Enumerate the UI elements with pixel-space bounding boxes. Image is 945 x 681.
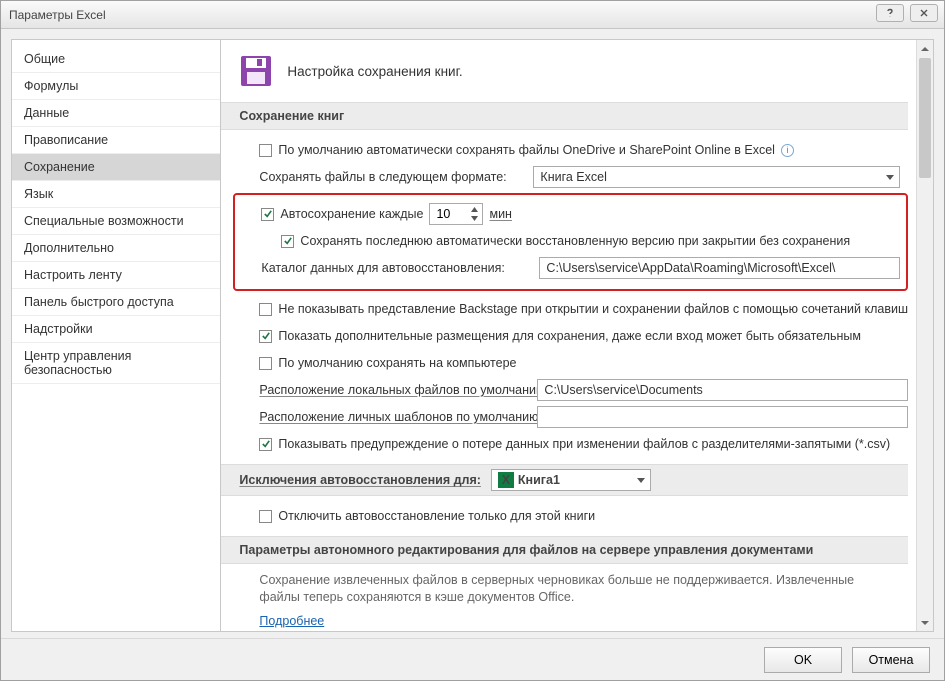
ok-button[interactable]: OK (764, 647, 842, 673)
checkbox-csv-warning[interactable] (259, 438, 272, 451)
label-autosave-every: Автосохранение каждые (280, 207, 423, 221)
scroll-up-icon[interactable] (917, 40, 933, 57)
help-button[interactable] (876, 4, 904, 22)
label-local-files: Расположение локальных файлов по умолчан… (259, 383, 531, 397)
vertical-scrollbar[interactable] (916, 40, 933, 631)
dialog-footer: OK Отмена (1, 638, 944, 680)
close-button[interactable] (910, 4, 938, 22)
checkbox-keep-last-autorecover[interactable] (281, 235, 294, 248)
dropdown-workbook-select[interactable]: X Книга1 (491, 469, 651, 491)
link-learn-more[interactable]: Подробнее (259, 614, 324, 628)
sidebar: Общие Формулы Данные Правописание Сохран… (11, 39, 221, 632)
page-title: Настройка сохранения книг. (287, 64, 462, 79)
sidebar-item-data[interactable]: Данные (12, 100, 220, 127)
label-save-format: Сохранять файлы в следующем формате: (259, 170, 527, 184)
input-autorecover-path[interactable]: C:\Users\service\AppData\Roaming\Microso… (539, 257, 900, 279)
checkbox-autosave-every[interactable] (261, 208, 274, 221)
sidebar-item-accessibility[interactable]: Специальные возможности (12, 208, 220, 235)
label-onedrive-default: По умолчанию автоматически сохранять фай… (278, 143, 775, 157)
input-local-files[interactable]: C:\Users\service\Documents (537, 379, 908, 401)
highlight-autosave-section: Автосохранение каждые мин Сохранять (233, 193, 908, 291)
sidebar-item-advanced[interactable]: Дополнительно (12, 235, 220, 262)
spinner-up-icon[interactable] (468, 205, 480, 213)
section-save-books: Сохранение книг (221, 102, 908, 130)
sidebar-item-quick-access[interactable]: Панель быстрого доступа (12, 289, 220, 316)
sidebar-item-proofing[interactable]: Правописание (12, 127, 220, 154)
label-extra-locations: Показать дополнительные размещения для с… (278, 329, 861, 343)
scroll-thumb[interactable] (919, 58, 931, 178)
label-csv-warning: Показывать предупреждение о потере данны… (278, 437, 890, 451)
label-no-backstage: Не показывать представление Backstage пр… (278, 302, 908, 316)
sidebar-item-customize-ribbon[interactable]: Настроить ленту (12, 262, 220, 289)
sidebar-item-save[interactable]: Сохранение (12, 154, 220, 181)
titlebar: Параметры Excel (1, 1, 944, 29)
sidebar-item-formulas[interactable]: Формулы (12, 73, 220, 100)
label-autorecover-path: Каталог данных для автовосстановления: (261, 261, 533, 275)
checkbox-save-local-default[interactable] (259, 357, 272, 370)
label-minutes-unit: мин (489, 207, 511, 221)
spinner-down-icon[interactable] (468, 214, 480, 222)
label-save-local-default: По умолчанию сохранять на компьютере (278, 356, 516, 370)
main-panel: Настройка сохранения книг. Сохранение кн… (221, 39, 934, 632)
section-autorecover-exceptions: Исключения автовосстановления для: X Кни… (221, 464, 908, 496)
label-keep-last-autorecover: Сохранять последнюю автоматически восста… (300, 234, 850, 248)
scroll-down-icon[interactable] (917, 614, 933, 631)
window-title: Параметры Excel (9, 8, 106, 22)
input-autosave-minutes[interactable] (430, 206, 464, 222)
sidebar-item-language[interactable]: Язык (12, 181, 220, 208)
checkbox-disable-autorecover-book[interactable] (259, 510, 272, 523)
sidebar-item-general[interactable]: Общие (12, 46, 220, 73)
note-offline: Сохранение извлеченных файлов в серверны… (259, 572, 879, 606)
cancel-button[interactable]: Отмена (852, 647, 930, 673)
checkbox-no-backstage[interactable] (259, 303, 272, 316)
sidebar-item-trust-center[interactable]: Центр управления безопасностью (12, 343, 220, 384)
checkbox-onedrive-default[interactable] (259, 144, 272, 157)
info-icon[interactable]: i (781, 144, 794, 157)
checkbox-extra-locations[interactable] (259, 330, 272, 343)
save-icon (239, 54, 273, 88)
dropdown-save-format[interactable]: Книга Excel (533, 166, 900, 188)
spinner-autosave-minutes[interactable] (429, 203, 483, 225)
input-personal-templates[interactable] (537, 406, 908, 428)
label-disable-autorecover-book: Отключить автовосстановление только для … (278, 509, 595, 523)
sidebar-item-addins[interactable]: Надстройки (12, 316, 220, 343)
section-offline-editing: Параметры автономного редактирования для… (221, 536, 908, 564)
excel-icon: X (498, 472, 514, 488)
label-personal-templates: Расположение личных шаблонов по умолчани… (259, 410, 531, 424)
